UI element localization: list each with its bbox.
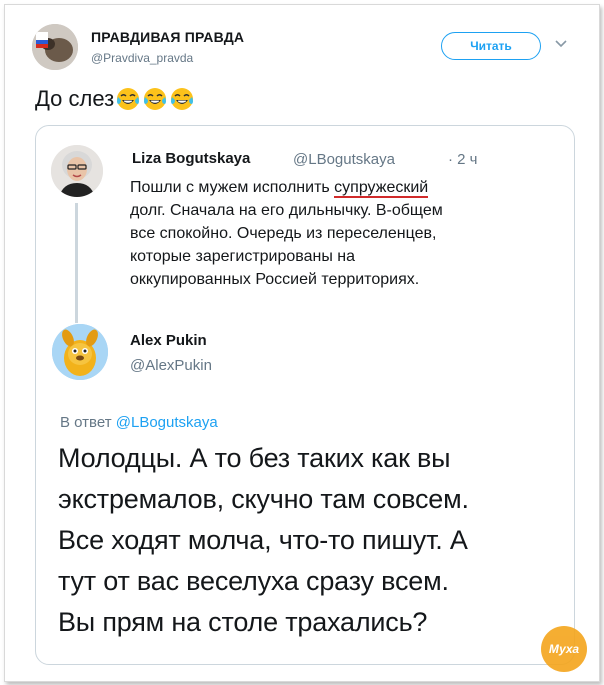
quoted-line: Пошли с мужем исполнить супружеский (130, 176, 550, 199)
reply-line: Все ходят молча, что-то пишут. А (58, 525, 468, 555)
watermark-logo: Муха (541, 626, 587, 672)
reply-line: Молодцы. А то без таких как вы (58, 443, 451, 473)
avatar[interactable] (32, 24, 78, 70)
quoted-author-handle[interactable]: @LBogutskaya (293, 151, 395, 168)
quoted-author-name[interactable]: Liza Bogutskaya (132, 150, 250, 167)
avatar[interactable] (52, 324, 108, 380)
reply-tweet-text: Молодцы. А то без таких как вы экстремал… (58, 438, 558, 643)
reply-to-link[interactable]: @LBogutskaya (116, 414, 218, 431)
tears-of-joy-emoji-icon (171, 88, 194, 110)
reply-author-name[interactable]: Alex Pukin (130, 332, 207, 349)
quoted-line: оккупированных Россией территориях. (130, 271, 420, 288)
quoted-line: которые зарегистрированы на (130, 248, 356, 265)
tweet-text: До слез (35, 86, 196, 112)
thread-line (75, 203, 78, 323)
quoted-line: долг. Сначала на его дильнычку. В-общем (130, 202, 443, 219)
underlined-word: супружеский (334, 179, 429, 198)
follow-button[interactable]: Читать (441, 32, 541, 60)
tears-of-joy-emoji-icon (117, 88, 140, 110)
tweet-text-content: До слез (35, 86, 115, 111)
reply-line: Вы прям на столе трахались? (58, 607, 428, 637)
reply-prefix: В ответ (60, 414, 116, 431)
chevron-down-icon[interactable] (553, 36, 569, 52)
quoted-line-text: Пошли с мужем исполнить (130, 179, 335, 196)
reply-author-handle[interactable]: @AlexPukin (130, 357, 212, 374)
reply-line: тут от вас веселуха сразу всем. (58, 566, 449, 596)
tears-of-joy-emoji-icon (144, 88, 167, 110)
quoted-tweet-text: Пошли с мужем исполнить супружеский долг… (130, 176, 550, 291)
replying-to: В ответ @LBogutskaya (60, 414, 218, 431)
reply-line: экстремалов, скучно там совсем. (58, 484, 469, 514)
quoted-line: все спокойно. Очередь из переселенцев, (130, 225, 437, 242)
account-handle[interactable]: @Pravdiva_pravda (91, 51, 193, 65)
quoted-timestamp[interactable]: · 2 ч (448, 151, 478, 168)
avatar[interactable] (51, 145, 103, 197)
account-name[interactable]: ПРАВДИВАЯ ПРАВДА (91, 29, 244, 45)
